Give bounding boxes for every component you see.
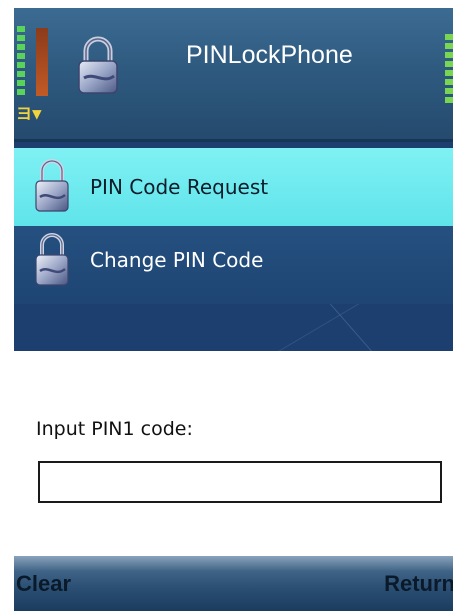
padlock-icon [34,158,70,214]
pin-entry-dialog: Input PIN1 code: [14,351,453,556]
menu-item-change-pin-code[interactable]: Change PIN Code [14,226,453,304]
menu-item-label: Change PIN Code [90,248,264,272]
app-title: PINLockPhone [186,41,353,69]
clear-softkey[interactable]: Clear [16,556,71,611]
pin-input[interactable] [38,461,442,503]
padlock-icon [34,232,70,288]
phone-screen: ヨ▼ PINLockPhone PIN Code Request Change … [14,8,453,611]
status-indicator-icon: ヨ▼ [16,104,42,123]
title-bar: ヨ▼ PINLockPhone [14,8,453,142]
softkey-bar: Clear Return [14,556,453,611]
padlock-icon [76,36,120,96]
battery-icon [445,34,453,126]
pin-prompt-label: Input PIN1 code: [36,418,193,440]
return-softkey[interactable]: Return [384,556,453,611]
menu-item-label: PIN Code Request [90,175,269,199]
menu-item-pin-code-request[interactable]: PIN Code Request [14,148,453,226]
